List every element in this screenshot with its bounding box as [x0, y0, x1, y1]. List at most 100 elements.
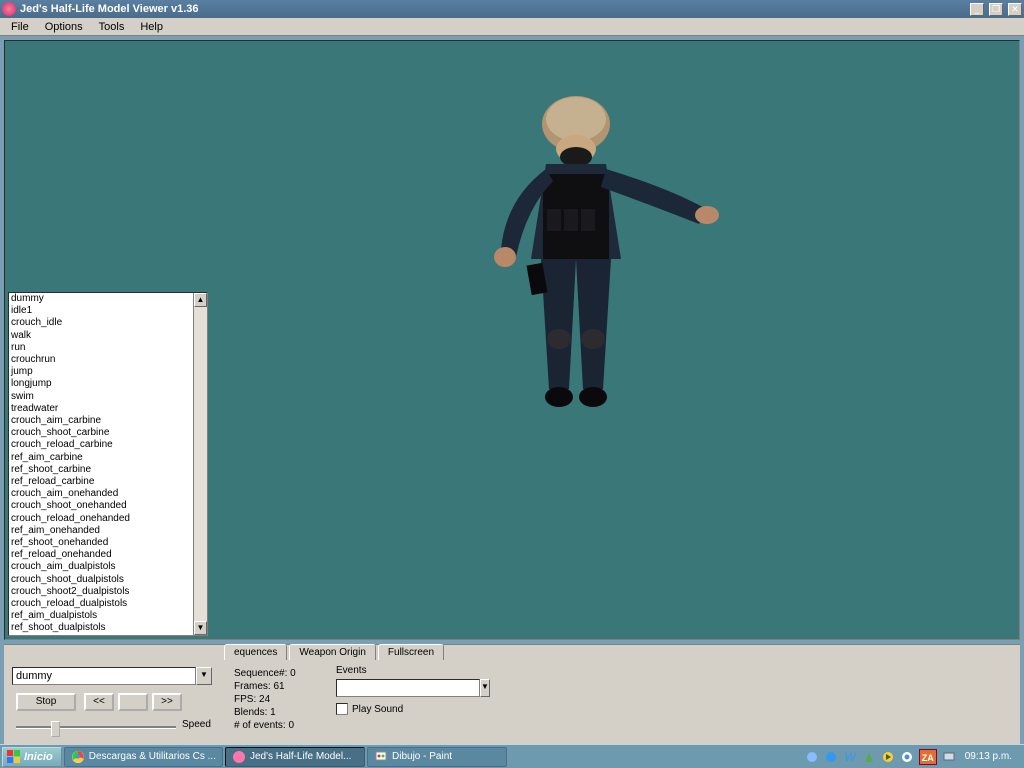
sequence-item[interactable]: ref_shoot_dualpistols [9, 622, 193, 634]
slider-thumb[interactable] [51, 721, 60, 737]
frames-value: 61 [273, 681, 284, 692]
windows-flag-icon [7, 750, 21, 764]
tab-fullscreen[interactable]: Fullscreen [378, 644, 444, 660]
play-button[interactable] [118, 693, 148, 711]
titlebar: Jed's Half-Life Model Viewer v1.36 _ ❐ ✕ [0, 0, 1024, 18]
taskbar-item-1[interactable]: Jed's Half-Life Model... [225, 747, 365, 767]
tray-icon[interactable] [862, 750, 876, 764]
sequence-item[interactable]: crouch_aim_onehanded [9, 488, 193, 500]
sequence-item[interactable]: crouch_aim_carbine [9, 415, 193, 427]
seqnum-value: 0 [290, 668, 296, 679]
fps-label: FPS: [234, 694, 256, 705]
events-count-value: 0 [288, 720, 294, 731]
sequence-item[interactable]: ref_aim_carbine [9, 452, 193, 464]
sequence-item[interactable]: ref_reload_carbine [9, 476, 193, 488]
blends-value: 1 [270, 707, 276, 718]
next-frame-button[interactable]: >> [152, 693, 182, 711]
clock[interactable]: 09:13 p.m. [961, 751, 1016, 762]
sequence-item[interactable]: crouch_idle [9, 317, 193, 329]
sequence-info: Sequence#: 0 Frames: 61 FPS: 24 Blends: … [234, 667, 296, 732]
events-label: Events [336, 665, 367, 676]
app-icon [232, 750, 246, 764]
speed-slider[interactable] [16, 719, 176, 737]
sequence-item[interactable]: jump [9, 366, 193, 378]
sequence-item[interactable]: crouch_shoot2_dualpistols [9, 586, 193, 598]
tray-icon[interactable] [824, 750, 838, 764]
window-title: Jed's Half-Life Model Viewer v1.36 [20, 3, 965, 15]
scroll-up-button[interactable]: ▲ [194, 293, 207, 307]
sequence-item[interactable]: ref_shoot_onehanded [9, 537, 193, 549]
start-label: Inicio [24, 751, 53, 763]
tray-icon[interactable]: W [843, 750, 857, 764]
tray-icon[interactable] [900, 750, 914, 764]
sequence-item[interactable]: ref_aim_onehanded [9, 525, 193, 537]
playsound-group: Play Sound [336, 703, 403, 715]
monitor-icon[interactable] [942, 750, 956, 764]
taskbar-item-label: Dibujo - Paint [392, 751, 452, 762]
zonealarm-icon[interactable]: ZA [919, 749, 937, 765]
system-tray: W ZA 09:13 p.m. [799, 747, 1022, 767]
prev-frame-button[interactable]: << [84, 693, 114, 711]
listbox-scrollbar[interactable]: ▲ ▼ [193, 293, 207, 635]
close-button[interactable]: ✕ [1008, 3, 1022, 16]
sequence-dropdown[interactable]: ▼ [12, 667, 212, 685]
sequence-item[interactable]: longjump [9, 378, 193, 390]
fps-value: 24 [259, 694, 270, 705]
chevron-down-icon[interactable]: ▼ [196, 667, 212, 685]
frames-label: Frames: [234, 681, 271, 692]
sequence-item[interactable]: ref_shoot_carbine [9, 464, 193, 476]
menu-help[interactable]: Help [133, 20, 170, 34]
taskbar: Inicio Descargas & Utilitarios Cs ... Je… [0, 744, 1024, 768]
seqnum-label: Sequence#: [234, 668, 287, 679]
sequence-item[interactable]: dummy [9, 293, 193, 305]
slider-track [16, 726, 176, 729]
sequence-item[interactable]: crouch_shoot_onehanded [9, 500, 193, 512]
menu-tools[interactable]: Tools [92, 20, 132, 34]
menu-options[interactable]: Options [38, 20, 90, 34]
sequence-item[interactable]: ref_reload_onehanded [9, 549, 193, 561]
sequence-item[interactable]: swim [9, 391, 193, 403]
events-count-label: # of events: [234, 720, 286, 731]
chevron-down-icon[interactable]: ▼ [480, 679, 490, 697]
sequence-item[interactable]: treadwater [9, 403, 193, 415]
sequence-dropdown-input[interactable] [12, 667, 196, 685]
app-icon [2, 2, 16, 16]
start-button[interactable]: Inicio [2, 747, 62, 767]
tab-sequences[interactable]: equences [224, 644, 287, 660]
sequence-item[interactable]: crouch_shoot_dualpistols [9, 574, 193, 586]
menubar: File Options Tools Help [0, 18, 1024, 36]
sequence-item[interactable]: crouch_reload_dualpistols [9, 598, 193, 610]
playsound-label: Play Sound [352, 704, 403, 715]
sequence-item[interactable]: crouch_shoot_carbine [9, 427, 193, 439]
sequence-item[interactable]: ref_aim_dualpistols [9, 610, 193, 622]
minimize-button[interactable]: _ [970, 3, 984, 16]
sequence-item[interactable]: idle1 [9, 305, 193, 317]
events-dropdown[interactable]: ▼ [336, 679, 446, 697]
sequence-item[interactable]: crouchrun [9, 354, 193, 366]
control-panel: equences Weapon Origin Fullscreen ▼ Stop… [4, 644, 1020, 744]
scroll-down-button[interactable]: ▼ [194, 621, 207, 635]
sequence-item[interactable]: run [9, 342, 193, 354]
sequence-item[interactable]: crouch_reload_onehanded [9, 513, 193, 525]
sequence-listbox[interactable]: dummyidle1crouch_idlewalkruncrouchrunjum… [8, 292, 208, 636]
tray-icon[interactable] [805, 750, 819, 764]
sequence-item[interactable]: crouch_aim_dualpistols [9, 561, 193, 573]
taskbar-item-0[interactable]: Descargas & Utilitarios Cs ... [64, 747, 223, 767]
menu-file[interactable]: File [4, 20, 36, 34]
maximize-button[interactable]: ❐ [989, 3, 1003, 16]
tabs: equences Weapon Origin Fullscreen [224, 644, 444, 660]
speed-label: Speed [182, 719, 211, 730]
taskbar-item-label: Jed's Half-Life Model... [250, 751, 351, 762]
scroll-track[interactable] [194, 307, 207, 621]
sequence-item[interactable]: walk [9, 330, 193, 342]
tray-icon[interactable] [881, 750, 895, 764]
model-preview [461, 89, 741, 469]
playsound-checkbox[interactable] [336, 703, 348, 715]
blends-label: Blends: [234, 707, 267, 718]
taskbar-item-2[interactable]: Dibujo - Paint [367, 747, 507, 767]
events-dropdown-input[interactable] [336, 679, 480, 697]
chrome-icon [71, 750, 85, 764]
stop-button[interactable]: Stop [16, 693, 76, 711]
sequence-item[interactable]: crouch_reload_carbine [9, 439, 193, 451]
tab-weapon-origin[interactable]: Weapon Origin [289, 644, 376, 660]
